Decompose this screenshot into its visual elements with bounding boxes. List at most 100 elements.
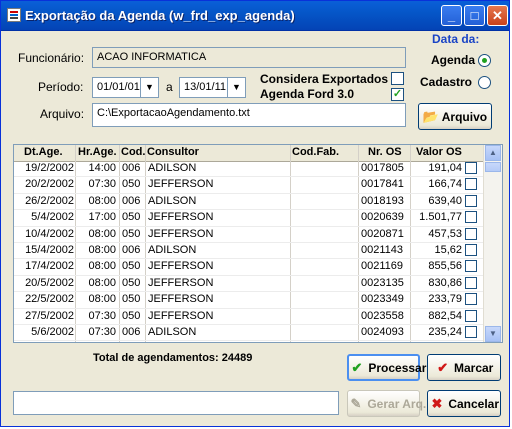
- table-cell: ADILSON: [148, 325, 197, 338]
- table-cell: 006: [122, 243, 141, 256]
- window-title: Exportação da Agenda (w_frd_exp_agenda): [25, 8, 295, 23]
- table-cell: 14:00: [88, 162, 116, 174]
- checkmark-icon: ✔: [351, 360, 363, 375]
- table-cell: 050: [122, 260, 141, 273]
- row-checkbox[interactable]: [465, 325, 477, 338]
- row-checkbox[interactable]: [465, 178, 477, 191]
- table-cell: JEFFERSON: [148, 276, 214, 289]
- table-cell: 15/4/2002: [25, 243, 74, 256]
- table-row[interactable]: 5/6/2002 07:30 006 ADILSON 0024093 235,24: [14, 325, 484, 342]
- table-cell: 27/5/2002: [25, 309, 74, 322]
- row-checkbox[interactable]: [465, 227, 477, 240]
- table-row[interactable]: 5/4/2002 17:00 050 JEFFERSON 0020639 1.501,77: [14, 210, 484, 227]
- table-cell: 050: [122, 342, 140, 343]
- processar-button[interactable]: ✔ Processar: [347, 354, 426, 381]
- table-cell: 166,74: [428, 178, 462, 191]
- row-checkbox[interactable]: [465, 260, 477, 273]
- date-to-value: 13/01/11: [184, 81, 227, 93]
- table-cell: 830,86: [428, 276, 462, 289]
- row-checkbox[interactable]: [465, 342, 477, 343]
- table-row[interactable]: 20/5/2002 08:00 050 JEFFERSON 0023135 830,86: [14, 276, 484, 293]
- table-row[interactable]: 22/5/2002 08:00 050 JEFFERSON 0023349 233,79: [14, 292, 484, 309]
- grid-scrollbar[interactable]: ▲ ▼: [483, 145, 502, 342]
- agenda-radio[interactable]: [478, 54, 491, 67]
- scroll-thumb[interactable]: [485, 162, 501, 172]
- table-cell: ADILSON: [148, 194, 197, 207]
- export-window: Exportação da Agenda (w_frd_exp_agenda) …: [0, 0, 510, 427]
- close-icon: ✖: [431, 396, 443, 411]
- table-cell: 050: [122, 276, 141, 289]
- scroll-down-icon[interactable]: ▼: [485, 326, 501, 342]
- table-cell: 08:00: [88, 243, 116, 256]
- table-cell: JEFFERSON: [148, 342, 213, 343]
- row-checkbox[interactable]: [465, 309, 477, 322]
- table-cell: 1.501,77: [419, 211, 462, 224]
- check-red-icon: ✔: [437, 360, 449, 375]
- total-agendamentos: Total de agendamentos: 24489: [93, 352, 253, 364]
- data-da-label: Data da:: [432, 32, 480, 46]
- agenda-grid[interactable]: Dt.Age. Hr.Age. Cod. Consultor Cod.Fab. …: [13, 144, 503, 343]
- cancelar-button[interactable]: ✖ Cancelar: [427, 390, 501, 417]
- date-to-combo[interactable]: 13/01/11 ▼: [179, 77, 246, 98]
- chevron-down-icon[interactable]: ▼: [227, 78, 245, 97]
- table-cell: 882,54: [428, 309, 462, 322]
- table-cell: 252,42: [414, 342, 462, 343]
- arquivo-button[interactable]: 📂 Arquivo: [418, 103, 492, 130]
- row-checkbox[interactable]: [465, 293, 477, 306]
- table-cell: 006: [122, 325, 141, 338]
- table-cell: 22/5/2002: [25, 293, 74, 306]
- maximize-button[interactable]: □: [464, 5, 485, 26]
- date-from-combo[interactable]: 01/01/01 ▼: [92, 77, 159, 98]
- close-button[interactable]: ✕: [487, 5, 508, 26]
- table-cell: 0023349: [361, 293, 404, 306]
- chevron-down-icon[interactable]: ▼: [140, 78, 158, 97]
- table-cell: JEFFERSON: [148, 260, 214, 273]
- table-row[interactable]: 17/4/2002 08:00 050 JEFFERSON 0021169 855,56: [14, 259, 484, 276]
- header-nr-os: Nr. OS: [368, 146, 402, 158]
- table-row[interactable]: 10/4/2002 08:00 050 JEFFERSON 0020871 457,53: [14, 227, 484, 243]
- table-row[interactable]: 15/4/2002 08:00 006 ADILSON 0021143 15,62: [14, 243, 484, 260]
- grid-header: Dt.Age. Hr.Age. Cod. Consultor Cod.Fab. …: [14, 145, 484, 162]
- table-cell: 191,04: [428, 162, 462, 174]
- row-checkbox[interactable]: [465, 276, 477, 289]
- table-cell: 21/6/2002: [22, 342, 74, 343]
- pencil-icon: ✎: [350, 396, 362, 411]
- table-cell: 0024903: [361, 342, 404, 343]
- table-cell: 0017805: [361, 162, 404, 174]
- table-cell: JEFFERSON: [148, 227, 214, 240]
- table-cell: JEFFERSON: [148, 178, 214, 191]
- header-consultor: Consultor: [147, 146, 199, 158]
- row-checkbox[interactable]: [465, 162, 477, 174]
- table-row[interactable]: 26/2/2002 08:00 006 ADILSON 0018193 639,40: [14, 194, 484, 211]
- row-checkbox[interactable]: [465, 211, 477, 224]
- periodo-label: Período:: [38, 80, 84, 94]
- agenda-ford-checkbox[interactable]: ✓: [391, 88, 404, 101]
- table-cell: 006: [122, 162, 141, 174]
- status-field[interactable]: [13, 391, 339, 415]
- table-cell: 0023135: [361, 276, 404, 289]
- table-cell: 0021169: [361, 260, 404, 273]
- agenda-radio-label: Agenda: [431, 53, 476, 67]
- minimize-button[interactable]: _: [441, 5, 462, 26]
- marcar-button[interactable]: ✔ Marcar: [427, 354, 501, 381]
- table-cell: 006: [122, 194, 141, 207]
- table-row[interactable]: 21/6/2002 08:00 050 JEFFERSON 0024903 252,42: [14, 341, 484, 343]
- table-row[interactable]: 27/5/2002 07:30 050 JEFFERSON 0023558 882,54: [14, 309, 484, 325]
- table-cell: 0020871: [361, 227, 404, 240]
- considera-exportados-checkbox[interactable]: [391, 72, 404, 85]
- agenda-ford-label: Agenda Ford 3.0: [260, 87, 355, 101]
- cadastro-radio[interactable]: [478, 76, 491, 89]
- table-cell: 0017841: [361, 178, 404, 191]
- table-cell: ADILSON: [148, 243, 197, 256]
- scroll-up-icon[interactable]: ▲: [485, 145, 501, 161]
- gerar-arquivo-button[interactable]: ✎ Gerar Arq.: [347, 390, 426, 417]
- table-row[interactable]: 20/2/2002 07:30 050 JEFFERSON 0017841 166,74: [14, 177, 484, 194]
- row-checkbox[interactable]: [465, 243, 477, 256]
- arquivo-field[interactable]: C:\ExportacaoAgendamento.txt: [92, 103, 406, 127]
- table-row[interactable]: 19/2/2002 14:00 006 ADILSON 0017805 191,04: [14, 161, 484, 178]
- considera-exportados-label: Considera Exportados: [260, 72, 389, 86]
- table-cell: 07:30: [88, 178, 116, 191]
- row-checkbox[interactable]: [465, 194, 477, 207]
- date-from-value: 01/01/01: [97, 81, 140, 93]
- table-cell: 08:00: [80, 342, 116, 343]
